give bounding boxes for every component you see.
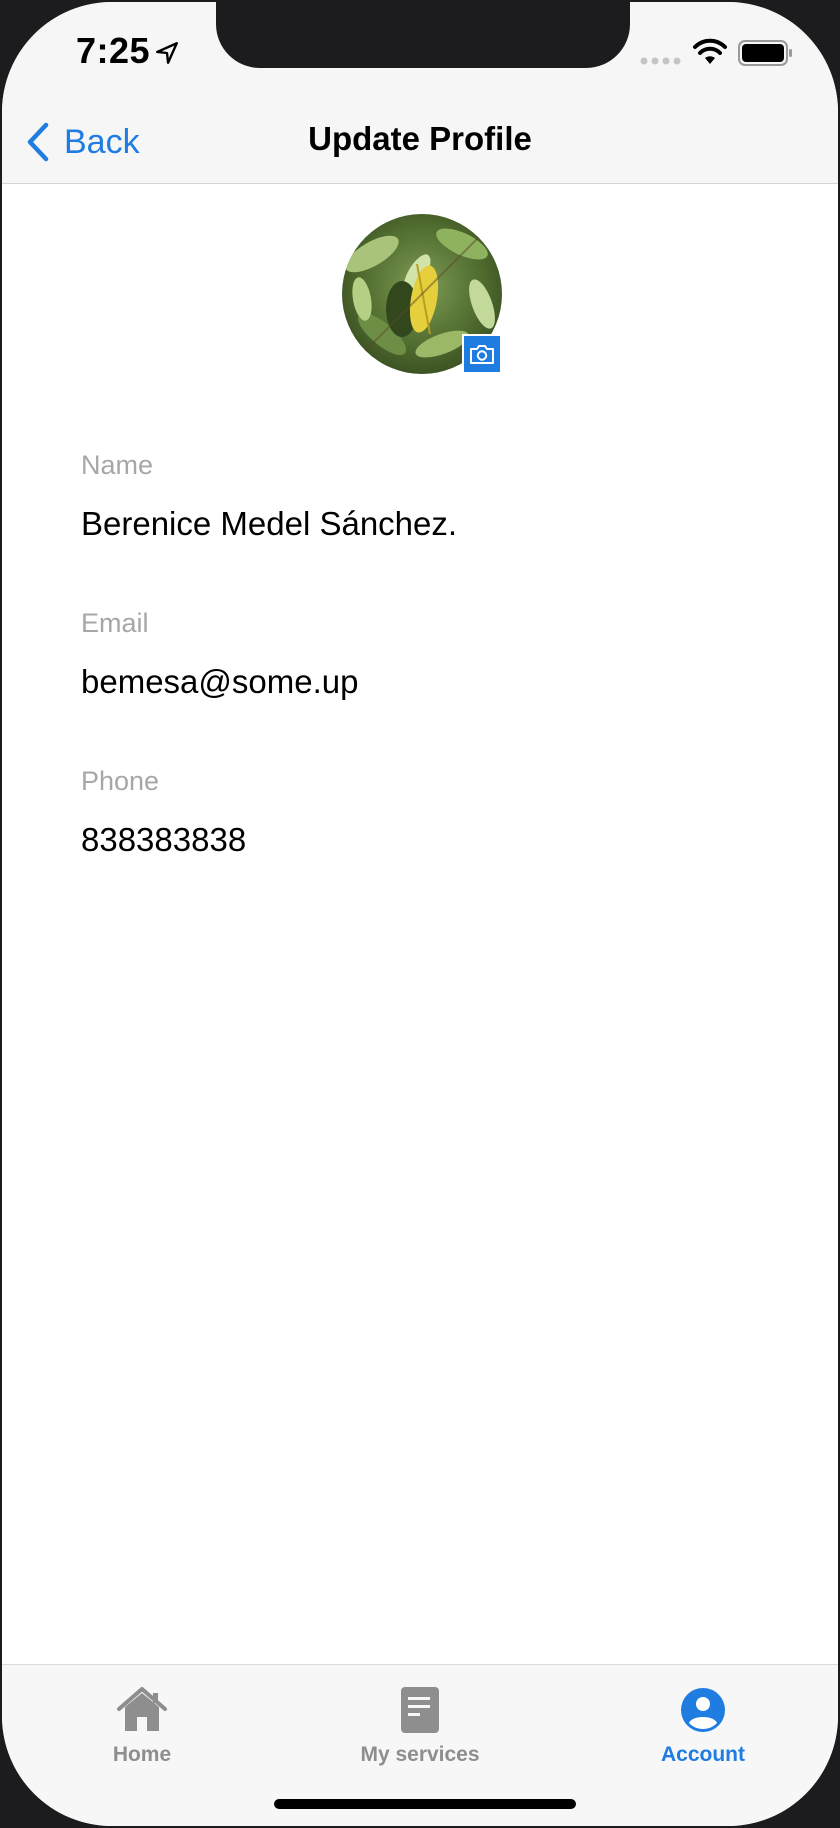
email-field[interactable]: Email bemesa@some.up — [81, 608, 761, 701]
email-label: Email — [81, 608, 149, 638]
tab-my-services[interactable]: My services — [320, 1685, 520, 1767]
wifi-icon — [693, 38, 727, 64]
notch — [216, 2, 630, 68]
phone-label: Phone — [81, 766, 160, 796]
tab-my-services-label: My services — [360, 1743, 480, 1766]
location-arrow-icon — [156, 42, 178, 64]
home-icon — [117, 1687, 167, 1731]
tab-account[interactable]: Account — [603, 1685, 803, 1767]
page-title: Update Profile — [308, 120, 532, 157]
phone-field[interactable]: Phone 838383838 — [81, 766, 761, 859]
name-value[interactable]: Berenice Medel Sánchez. — [81, 505, 761, 543]
camera-icon — [470, 345, 494, 364]
navigation-header: 7:25 Back Update Profile — [2, 2, 838, 184]
change-photo-button[interactable] — [462, 334, 502, 374]
cellular-signal-icon — [640, 57, 681, 65]
document-icon — [401, 1687, 439, 1733]
account-icon — [681, 1688, 725, 1732]
tab-account-label: Account — [661, 1743, 745, 1766]
name-label: Name — [81, 450, 154, 480]
battery-icon — [738, 40, 792, 66]
status-time: 7:25 — [76, 30, 151, 71]
home-indicator — [274, 1799, 576, 1809]
tab-home-label: Home — [112, 1743, 172, 1766]
device-frame: 7:25 Back Update Profile Name Berenice M… — [0, 0, 840, 1828]
email-value[interactable]: bemesa@some.up — [81, 663, 761, 701]
phone-value[interactable]: 838383838 — [81, 821, 761, 859]
tab-home[interactable]: Home — [42, 1685, 242, 1767]
screen: 7:25 Back Update Profile Name Berenice M… — [2, 2, 838, 1826]
name-field[interactable]: Name Berenice Medel Sánchez. — [81, 450, 761, 543]
